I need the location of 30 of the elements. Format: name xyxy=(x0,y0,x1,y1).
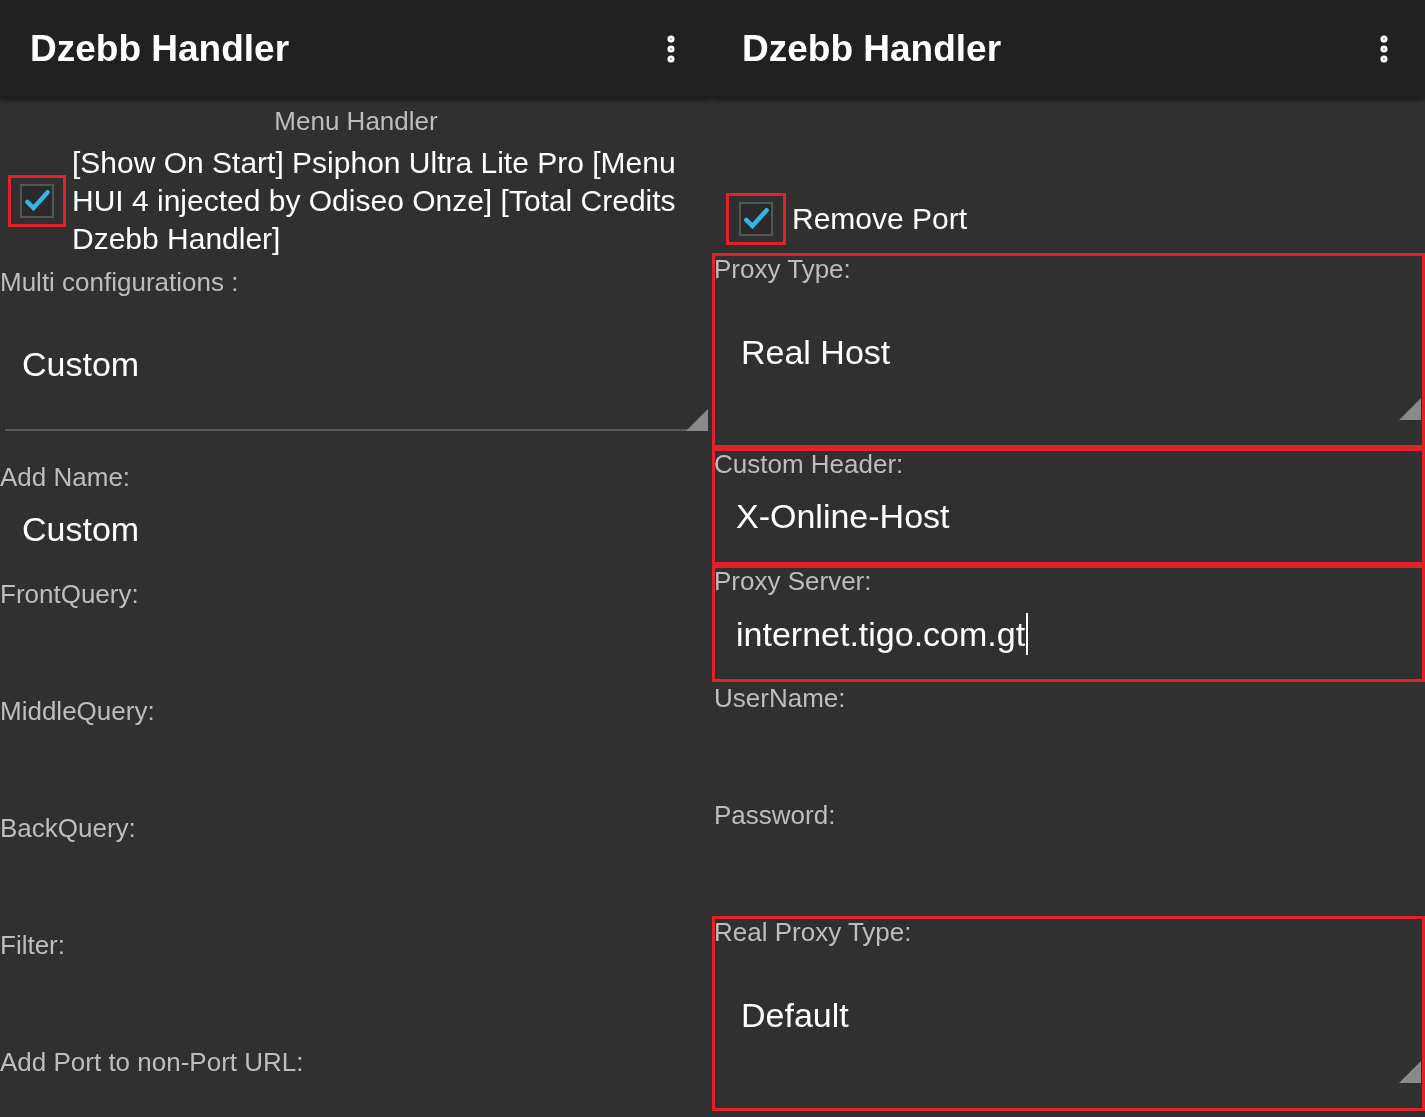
dropdown[interactable]: Real Host xyxy=(717,285,1421,418)
corner-icon xyxy=(1399,1061,1421,1083)
field-label: MiddleQuery: xyxy=(0,695,156,727)
corner-icon xyxy=(686,409,708,431)
app-title: Dzebb Handler xyxy=(30,27,290,70)
corner-icon xyxy=(1399,398,1421,420)
field-label: Filter: xyxy=(0,929,66,961)
field-label: Multi configurations : xyxy=(0,266,240,298)
input-field[interactable]: internet.tigo.com.gt xyxy=(712,597,1425,655)
field-label: UserName: xyxy=(713,682,847,714)
dropdown[interactable]: Custom xyxy=(5,298,708,431)
input-field[interactable]: X-Online-Host xyxy=(712,480,1425,536)
checkbox-label: Remove Port xyxy=(792,201,968,237)
field-label: FrontQuery: xyxy=(0,578,140,610)
checkbox[interactable] xyxy=(726,193,786,245)
dropdown[interactable]: Default xyxy=(717,948,1421,1081)
field-label: Custom Header: xyxy=(713,448,905,480)
app-title: Dzebb Handler xyxy=(742,27,1002,70)
text-cursor xyxy=(1026,613,1029,655)
field-label: Real Proxy Type: xyxy=(713,916,913,948)
field-label: Password: xyxy=(713,799,837,831)
input-field[interactable]: Custom xyxy=(0,493,712,549)
field-label: Proxy Server: xyxy=(713,565,873,597)
section-title: Menu Handler xyxy=(273,105,439,138)
field-label: BackQuery: xyxy=(0,812,137,844)
field-label: Proxy Type: xyxy=(713,253,852,285)
checkbox[interactable] xyxy=(8,175,66,227)
checkbox-label: [Show On Start] Psiphon Ultra Lite Pro [Menu HUI 4 injected by Odiseo Onze] [Total Credits Dzebb Handler] xyxy=(72,145,677,257)
field-label: Add Name: xyxy=(0,461,132,493)
field-label: Add Port to non-Port URL: xyxy=(0,1046,305,1078)
